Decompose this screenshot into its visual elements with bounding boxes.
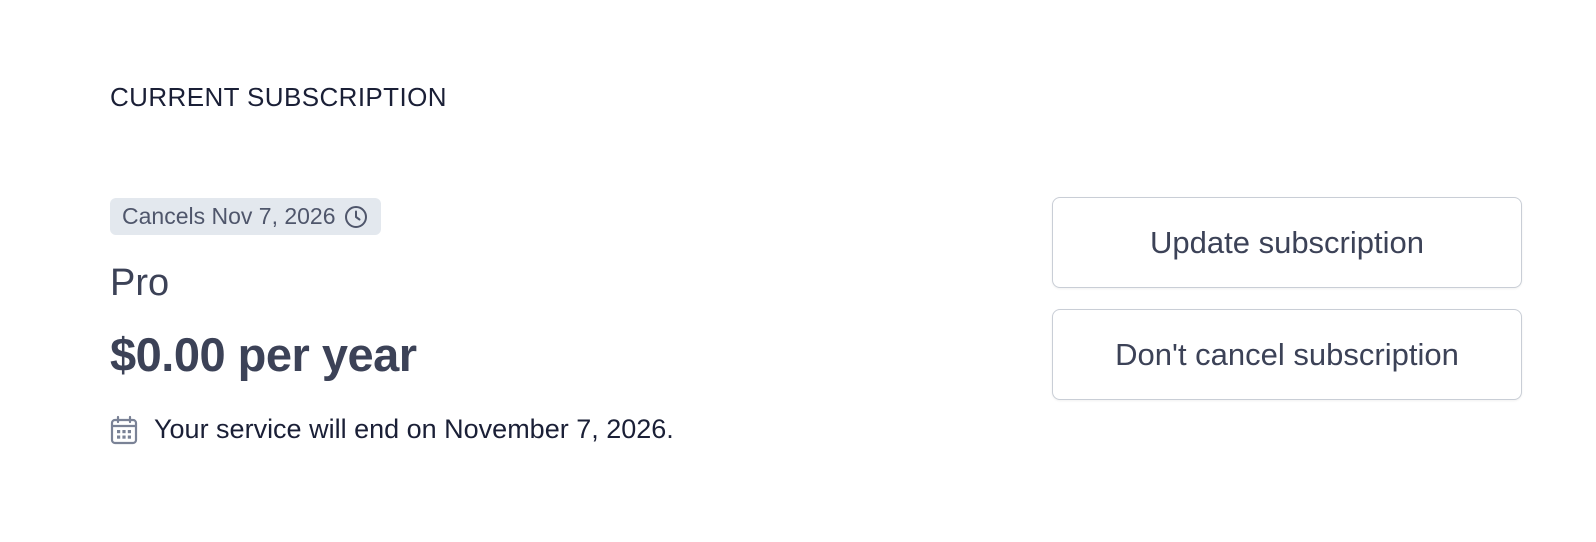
- subscription-page: CURRENT SUBSCRIPTION Cancels Nov 7, 2026…: [0, 0, 1596, 542]
- status-badge-label: Cancels Nov 7, 2026: [122, 203, 336, 229]
- plan-name: Pro: [110, 262, 170, 304]
- section-title: CURRENT SUBSCRIPTION: [110, 82, 447, 112]
- status-badge: Cancels Nov 7, 2026: [110, 198, 381, 235]
- update-subscription-button[interactable]: Update subscription: [1052, 197, 1522, 288]
- service-end-note: Your service will end on November 7, 202…: [110, 414, 674, 445]
- service-end-text: Your service will end on November 7, 202…: [154, 414, 674, 444]
- plan-price: $0.00 per year: [110, 328, 417, 381]
- calendar-icon: [110, 415, 138, 445]
- clock-icon: [344, 205, 368, 229]
- dont-cancel-subscription-button[interactable]: Don't cancel subscription: [1052, 309, 1522, 400]
